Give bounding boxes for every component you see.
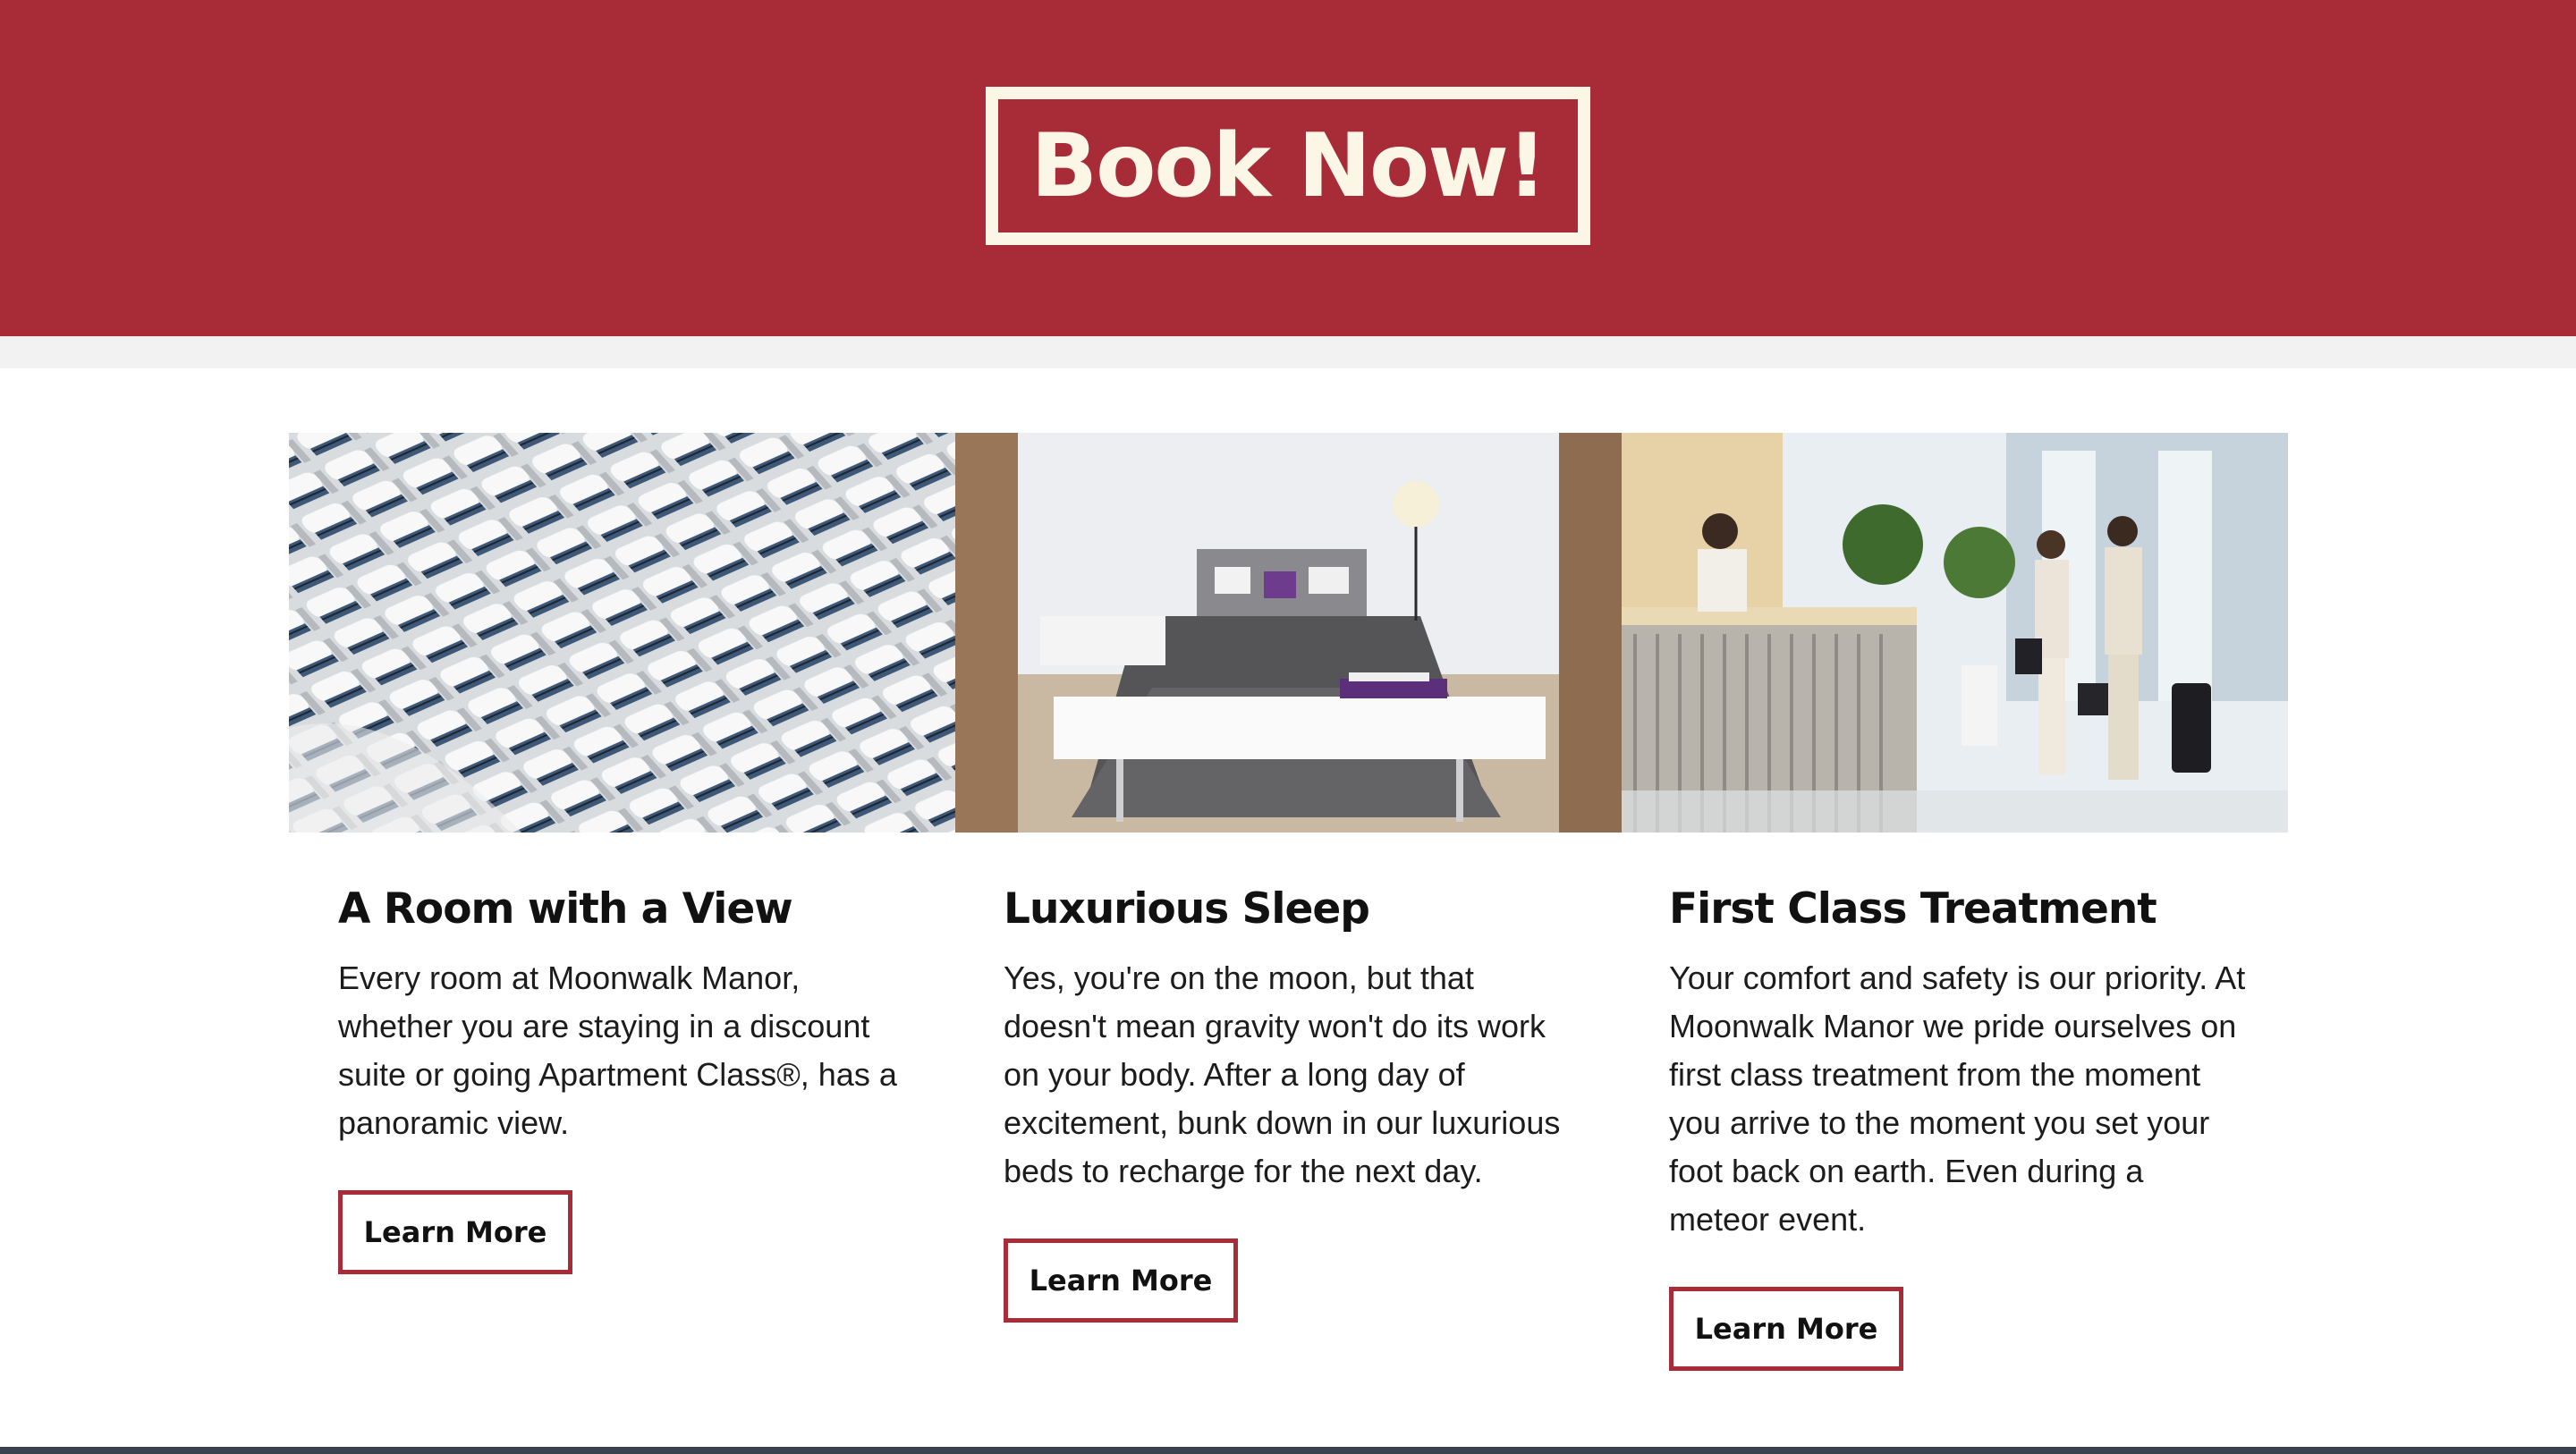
feature-description: Every room at Moonwalk Manor, whether yo… [338,959,897,1141]
feature-title: A Room with a View [338,884,793,934]
feature-description: Yes, you're on the moon, but that doesn'… [1004,959,1561,1189]
bedroom-photo [955,433,1622,833]
footer-edge [0,1447,2576,1454]
learn-more-button[interactable]: Learn More [338,1190,572,1274]
hotel-lobby-photo [1622,433,2288,833]
feature-card-room-view: A Room with a View Every room at Moonwal… [338,881,919,1274]
feature-card-luxurious-sleep: Luxurious Sleep Yes, you're on the moon,… [1004,881,1585,1323]
feature-title: First Class Treatment [1669,884,2157,934]
section-divider [0,336,2576,368]
feature-title: Luxurious Sleep [1004,884,1370,934]
hotel-balconies-photo [289,433,955,833]
learn-more-button[interactable]: Learn More [1669,1287,1903,1371]
learn-more-button[interactable]: Learn More [1004,1238,1238,1323]
feature-card-first-class: First Class Treatment Your comfort and s… [1669,881,2250,1371]
feature-description: Your comfort and safety is our priority.… [1669,959,2246,1238]
book-now-button[interactable]: Book Now! [986,87,1590,245]
booking-banner: Book Now! [0,0,2576,336]
